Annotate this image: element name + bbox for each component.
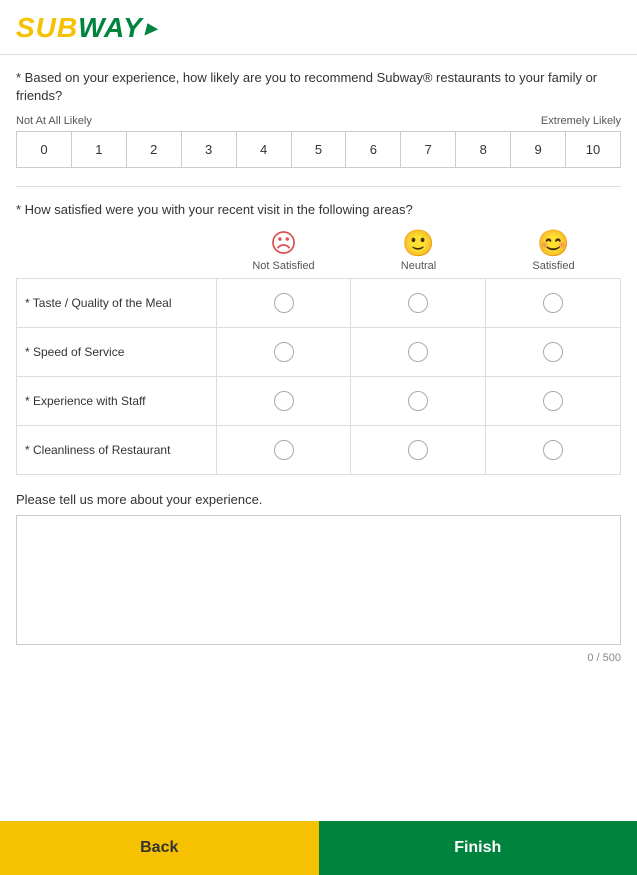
- subway-logo: SUBWAY▸: [16, 12, 621, 44]
- sat-row-3: * Cleanliness of Restaurant: [16, 425, 621, 475]
- radio-circle-0-0[interactable]: [274, 293, 294, 313]
- not-satisfied-label: Not Satisfied: [252, 260, 314, 272]
- nps-cell-8[interactable]: 8: [456, 132, 511, 167]
- sat-radio-cell-2-0[interactable]: [217, 377, 351, 425]
- nps-cell-9[interactable]: 9: [511, 132, 566, 167]
- radio-circle-2-2[interactable]: [543, 391, 563, 411]
- nps-cell-2[interactable]: 2: [127, 132, 182, 167]
- satisfaction-section: * How satisfied were you with your recen…: [16, 201, 621, 474]
- sat-row-2: * Experience with Staff: [16, 376, 621, 426]
- nps-cell-4[interactable]: 4: [237, 132, 292, 167]
- sat-row-0: * Taste / Quality of the Meal: [16, 278, 621, 328]
- nps-section: * Based on your experience, how likely a…: [16, 69, 621, 168]
- sat-radio-cell-3-1[interactable]: [351, 426, 485, 474]
- char-count: 0 / 500: [16, 652, 621, 664]
- sat-header-col-1: ☹ Not Satisfied: [216, 230, 351, 272]
- nps-question: * Based on your experience, how likely a…: [16, 69, 621, 105]
- nps-label-high: Extremely Likely: [541, 115, 621, 127]
- sat-radio-cell-0-1[interactable]: [351, 279, 485, 327]
- satisfaction-header: ☹ Not Satisfied 🙂 Neutral 😊 Satisfied: [16, 230, 621, 272]
- comments-textarea[interactable]: [16, 515, 621, 645]
- sat-radio-cell-0-0[interactable]: [217, 279, 351, 327]
- sat-row-label-0: * Taste / Quality of the Meal: [17, 279, 217, 327]
- radio-circle-1-1[interactable]: [408, 342, 428, 362]
- section-divider: [16, 186, 621, 187]
- radio-circle-1-0[interactable]: [274, 342, 294, 362]
- sat-radio-cell-1-1[interactable]: [351, 328, 485, 376]
- radio-circle-1-2[interactable]: [543, 342, 563, 362]
- comments-label: Please tell us more about your experienc…: [16, 492, 621, 507]
- sat-radio-cell-3-2[interactable]: [486, 426, 620, 474]
- sat-radio-cell-1-0[interactable]: [217, 328, 351, 376]
- sat-radio-cell-3-0[interactable]: [217, 426, 351, 474]
- radio-circle-0-2[interactable]: [543, 293, 563, 313]
- radio-circle-3-0[interactable]: [274, 440, 294, 460]
- nps-label-low: Not At All Likely: [16, 115, 92, 127]
- sat-row-1: * Speed of Service: [16, 327, 621, 377]
- satisfaction-rows: * Taste / Quality of the Meal* Speed of …: [16, 278, 621, 475]
- sat-radio-cell-1-2[interactable]: [486, 328, 620, 376]
- sat-header-col-2: 🙂 Neutral: [351, 230, 486, 272]
- sat-row-label-1: * Speed of Service: [17, 328, 217, 376]
- satisfied-label: Satisfied: [532, 260, 574, 272]
- radio-circle-3-1[interactable]: [408, 440, 428, 460]
- logo-way: WAY: [78, 12, 143, 44]
- nps-cell-6[interactable]: 6: [346, 132, 401, 167]
- sat-radio-cell-2-1[interactable]: [351, 377, 485, 425]
- page-header: SUBWAY▸: [0, 0, 637, 55]
- radio-circle-2-1[interactable]: [408, 391, 428, 411]
- radio-circle-2-0[interactable]: [274, 391, 294, 411]
- sat-radio-cell-0-2[interactable]: [486, 279, 620, 327]
- nps-cell-10[interactable]: 10: [566, 132, 620, 167]
- sat-header-spacer: [16, 230, 216, 272]
- radio-circle-0-1[interactable]: [408, 293, 428, 313]
- nps-cell-0[interactable]: 0: [17, 132, 72, 167]
- radio-circle-3-2[interactable]: [543, 440, 563, 460]
- logo-arrow: ▸: [145, 15, 156, 41]
- sat-row-label-2: * Experience with Staff: [17, 377, 217, 425]
- satisfaction-question: * How satisfied were you with your recen…: [16, 201, 621, 219]
- sat-row-label-3: * Cleanliness of Restaurant: [17, 426, 217, 474]
- nps-cell-5[interactable]: 5: [292, 132, 347, 167]
- nps-cell-1[interactable]: 1: [72, 132, 127, 167]
- nps-labels: Not At All Likely Extremely Likely: [16, 115, 621, 127]
- neutral-label: Neutral: [401, 260, 436, 272]
- nps-grid: 012345678910: [16, 131, 621, 168]
- back-button[interactable]: Back: [0, 821, 319, 875]
- sat-radio-cell-2-2[interactable]: [486, 377, 620, 425]
- logo-sub: SUB: [16, 12, 78, 44]
- neutral-icon: 🙂: [402, 230, 434, 256]
- satisfied-icon: 😊: [537, 230, 569, 256]
- footer-buttons: Back Finish: [0, 821, 637, 875]
- sat-header-col-3: 😊 Satisfied: [486, 230, 621, 272]
- not-satisfied-icon: ☹: [270, 230, 297, 256]
- page-content: * Based on your experience, how likely a…: [0, 55, 637, 692]
- comments-section: Please tell us more about your experienc…: [16, 492, 621, 664]
- nps-cell-7[interactable]: 7: [401, 132, 456, 167]
- finish-button[interactable]: Finish: [319, 821, 637, 875]
- nps-cell-3[interactable]: 3: [182, 132, 237, 167]
